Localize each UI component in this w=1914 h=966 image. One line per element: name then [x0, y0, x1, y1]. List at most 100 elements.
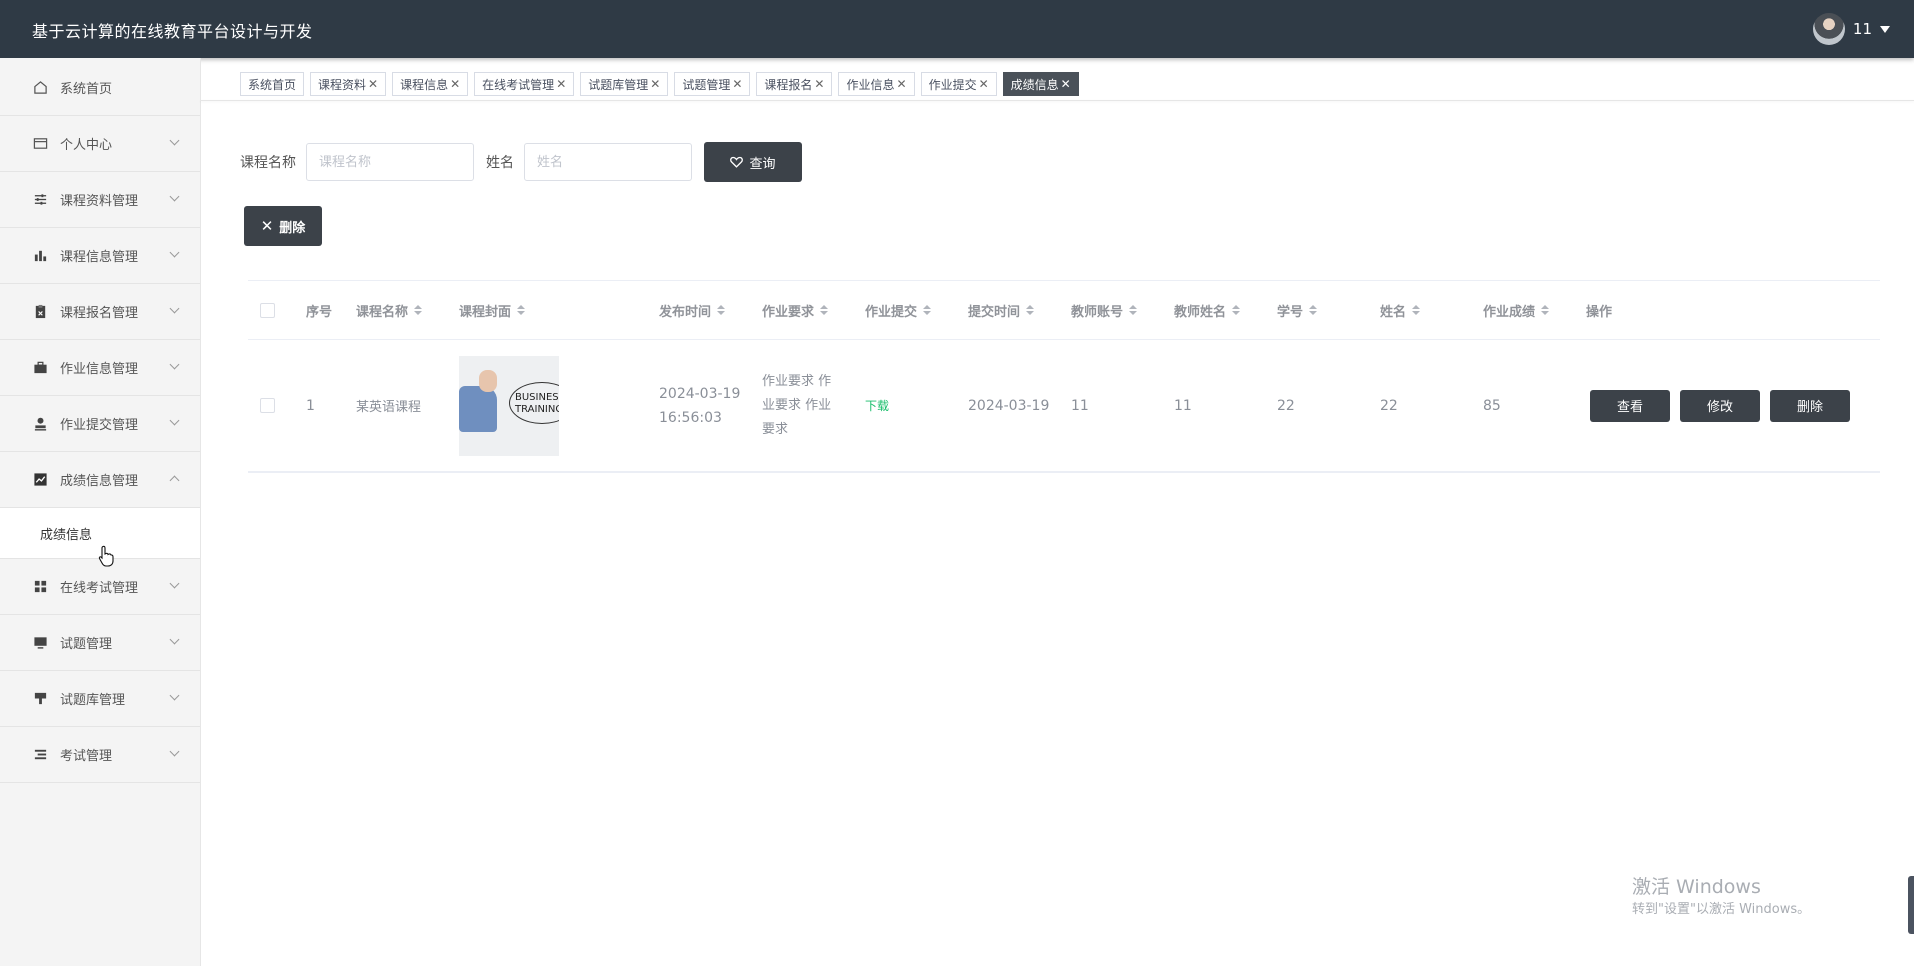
tab-questions[interactable]: 试题管理 ✕: [674, 72, 751, 96]
tab-label: 在线考试管理: [482, 77, 555, 92]
sort-icon[interactable]: [717, 305, 726, 315]
close-icon[interactable]: ✕: [897, 77, 907, 91]
sort-icon[interactable]: [1026, 305, 1035, 315]
sort-icon[interactable]: [517, 305, 526, 315]
sidebar-item-question-bank[interactable]: 试题库管理: [0, 671, 200, 727]
chevron-down-icon: [169, 135, 180, 146]
chevron-down-icon: [169, 415, 180, 426]
course-cover-image[interactable]: BUSINESS TRAINING: [459, 355, 559, 456]
sidebar-item-homework-info[interactable]: 作业信息管理: [0, 340, 200, 396]
name-label: 姓名: [486, 155, 514, 171]
hand-cursor-icon: [98, 545, 114, 571]
col-teacher-name[interactable]: 教师姓名: [1168, 301, 1271, 320]
query-label: 查询: [749, 156, 776, 172]
tab-grade-info[interactable]: 成绩信息 ✕: [1002, 72, 1079, 96]
col-requirement[interactable]: 作业要求: [756, 301, 859, 320]
cell-student-name: 22: [1380, 397, 1398, 414]
sidebar-item-questions[interactable]: 试题管理: [0, 615, 200, 671]
publish-time-text: 2024-03-19 16:56:03: [659, 385, 741, 426]
sidebar-item-course-materials[interactable]: 课程资料管理: [0, 172, 200, 228]
tab-home[interactable]: 系统首页: [240, 72, 305, 96]
edit-button[interactable]: 修改: [1680, 389, 1760, 422]
sort-icon[interactable]: [1541, 305, 1550, 315]
sidebar-item-label: 考试管理: [60, 749, 113, 764]
delete-button[interactable]: 删除: [1770, 389, 1850, 422]
close-icon[interactable]: ✕: [1061, 77, 1071, 91]
username[interactable]: 11: [1853, 20, 1872, 38]
col-student-id[interactable]: 学号: [1271, 301, 1374, 320]
close-icon[interactable]: ✕: [732, 77, 742, 91]
close-icon[interactable]: ✕: [368, 77, 378, 91]
delete-label: 删除: [279, 220, 306, 236]
caret-down-icon[interactable]: [1880, 25, 1890, 33]
col-label: 操作: [1586, 304, 1613, 320]
row-checkbox[interactable]: [260, 398, 275, 413]
col-label: 序号: [306, 304, 333, 320]
batch-delete-button[interactable]: ✕ 删除: [244, 206, 322, 246]
cell-cover: BUSINESS TRAINING: [453, 355, 653, 456]
sidebar-item-label: 课程信息管理: [60, 250, 139, 265]
tab-label: 系统首页: [248, 77, 297, 92]
sidebar-item-profile[interactable]: 个人中心: [0, 116, 200, 172]
tab-homework-info[interactable]: 作业信息 ✕: [838, 72, 915, 96]
tab-course-materials[interactable]: 课程资料 ✕: [310, 72, 387, 96]
name-input[interactable]: [524, 143, 692, 181]
tab-enrollment[interactable]: 课程报名 ✕: [756, 72, 833, 96]
sort-icon[interactable]: [1129, 305, 1138, 315]
sort-icon[interactable]: [414, 305, 423, 315]
cell-requirement: 作业要求 作业要求 作业要求: [756, 370, 859, 442]
chevron-down-icon: [169, 359, 180, 370]
tab-online-exam[interactable]: 在线考试管理 ✕: [474, 72, 575, 96]
monitor-icon: [32, 635, 48, 651]
user-stamp-icon: [32, 416, 48, 432]
tab-label: 试题库管理: [588, 77, 649, 92]
sort-icon[interactable]: [923, 305, 932, 315]
col-label: 教师姓名: [1174, 304, 1227, 320]
cell-score: 85: [1483, 397, 1501, 414]
tab-divider: [200, 100, 1914, 101]
tab-course-info[interactable]: 课程信息 ✕: [392, 72, 469, 96]
sidebar-item-label: 课程资料管理: [60, 194, 139, 209]
sort-icon[interactable]: [820, 305, 829, 315]
sidebar-item-home[interactable]: 系统首页: [0, 60, 200, 116]
col-score[interactable]: 作业成绩: [1477, 301, 1580, 320]
side-handle[interactable]: [1908, 876, 1914, 934]
sort-icon[interactable]: [1412, 305, 1421, 315]
query-button[interactable]: 查询: [704, 142, 802, 182]
user-menu[interactable]: 11: [1812, 13, 1890, 45]
tab-bar: 系统首页 课程资料 ✕ 课程信息 ✕ 在线考试管理 ✕ 试题库管理 ✕ 试题管理 ✕ 课程…: [240, 72, 1079, 96]
sidebar-item-exams[interactable]: 考试管理: [0, 727, 200, 783]
chevron-down-icon: [169, 247, 180, 258]
close-icon[interactable]: ✕: [450, 77, 460, 91]
sidebar-item-label: 系统首页: [60, 82, 113, 97]
download-link[interactable]: 下载: [865, 397, 889, 414]
col-label: 课程封面: [459, 304, 512, 320]
sidebar-item-label: 个人中心: [60, 138, 113, 153]
cell-teacher-account: 11: [1071, 397, 1089, 414]
sidebar-item-course-info[interactable]: 课程信息管理: [0, 228, 200, 284]
tab-label: 作业提交: [928, 77, 977, 92]
col-teacher-account[interactable]: 教师账号: [1065, 301, 1168, 320]
col-publish-time[interactable]: 发布时间: [653, 301, 756, 320]
close-icon[interactable]: ✕: [979, 77, 989, 91]
close-icon[interactable]: ✕: [650, 77, 660, 91]
course-name-input[interactable]: [306, 143, 474, 181]
view-button[interactable]: 查看: [1590, 389, 1670, 422]
sort-icon[interactable]: [1309, 305, 1318, 315]
tab-question-bank[interactable]: 试题库管理 ✕: [580, 72, 669, 96]
sidebar-item-homework-submit[interactable]: 作业提交管理: [0, 396, 200, 452]
close-icon[interactable]: ✕: [814, 77, 824, 91]
sidebar-item-grades[interactable]: 成绩信息管理: [0, 452, 200, 508]
sort-icon[interactable]: [1232, 305, 1241, 315]
col-student-name[interactable]: 姓名: [1374, 301, 1477, 320]
select-all-checkbox[interactable]: [260, 302, 275, 318]
col-submit-time[interactable]: 提交时间: [962, 301, 1065, 320]
avatar[interactable]: [1812, 13, 1845, 45]
top-header: 基于云计算的在线教育平台设计与开发 11: [0, 0, 1914, 58]
col-cover[interactable]: 课程封面: [453, 301, 653, 320]
col-submission[interactable]: 作业提交: [859, 301, 962, 320]
sidebar-item-enrollment[interactable]: 课程报名管理: [0, 284, 200, 340]
col-course-name[interactable]: 课程名称: [350, 301, 453, 320]
close-icon[interactable]: ✕: [556, 77, 566, 91]
tab-homework-submit[interactable]: 作业提交 ✕: [920, 72, 997, 96]
